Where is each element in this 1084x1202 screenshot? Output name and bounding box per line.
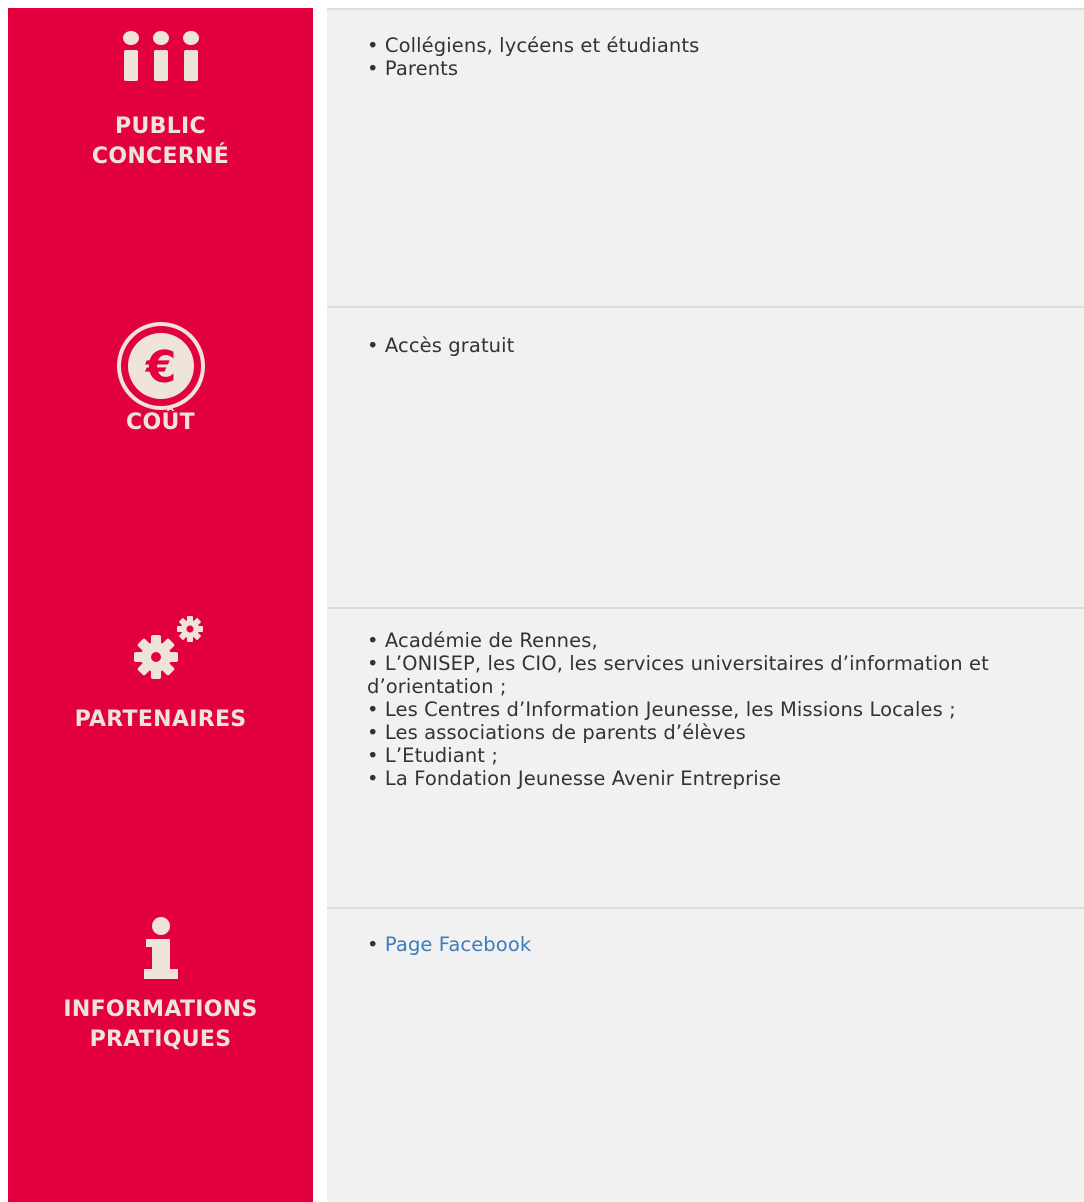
content-cell-informations: • Page Facebook — [327, 907, 1084, 1202]
list-item: • L’Etudiant ; — [367, 744, 499, 767]
people-icon — [119, 28, 203, 82]
svg-text:€: € — [144, 342, 176, 393]
list-item: • L’ONISEP, les CIO, les services univer… — [367, 652, 989, 698]
label-partenaires: PARTENAIRES — [74, 707, 247, 732]
facebook-page-link[interactable]: Page Facebook — [385, 933, 531, 956]
bullet: • — [367, 933, 385, 956]
bullet-list: • Académie de Rennes, • L’ONISEP, les CI… — [367, 629, 1054, 790]
label-cell-informations: INFORMATIONS PRATIQUES — [8, 907, 313, 1202]
gears-icon — [128, 615, 208, 685]
euro-coin-icon: € — [115, 320, 207, 412]
list-item: • Parents — [367, 57, 459, 80]
label-cell-partenaires: PARTENAIRES — [8, 607, 313, 907]
content-cell-partenaires: • Académie de Rennes, • L’ONISEP, les CI… — [327, 607, 1084, 907]
list-item: • Collégiens, lycéens et étudiants — [367, 34, 700, 57]
row-partenaires: PARTENAIRES • Académie de Rennes, • L’ON… — [8, 607, 1084, 907]
list-item: • Page Facebook — [367, 933, 1054, 956]
bullet-list: • Page Facebook — [367, 933, 1054, 956]
info-icon — [141, 917, 181, 981]
content-cell-public: • Collégiens, lycéens et étudiants • Par… — [327, 8, 1084, 306]
label-cout: COÛT — [126, 410, 195, 435]
label-cell-cout: € COÛT — [8, 306, 313, 607]
row-informations: INFORMATIONS PRATIQUES • Page Facebook — [8, 907, 1084, 1202]
content-cell-cout: • Accès gratuit — [327, 306, 1084, 607]
list-item: • La Fondation Jeunesse Avenir Entrepris… — [367, 767, 782, 790]
list-item: • Accès gratuit — [367, 334, 515, 357]
row-cout: € COÛT • Accès gratuit — [8, 306, 1084, 607]
list-item: • Académie de Rennes, — [367, 629, 598, 652]
info-table: PUBLIC CONCERNÉ • Collégiens, lycéens et… — [0, 0, 1084, 1202]
label-informations: INFORMATIONS PRATIQUES — [63, 997, 258, 1052]
label-public: PUBLIC CONCERNÉ — [91, 114, 230, 169]
row-public: PUBLIC CONCERNÉ • Collégiens, lycéens et… — [8, 8, 1084, 306]
bullet-list: • Collégiens, lycéens et étudiants • Par… — [367, 34, 1054, 80]
bullet-list: • Accès gratuit — [367, 334, 1054, 357]
label-cell-public: PUBLIC CONCERNÉ — [8, 8, 313, 306]
list-item: • Les associations de parents d’élèves — [367, 721, 746, 744]
list-item: • Les Centres d’Information Jeunesse, le… — [367, 698, 956, 721]
